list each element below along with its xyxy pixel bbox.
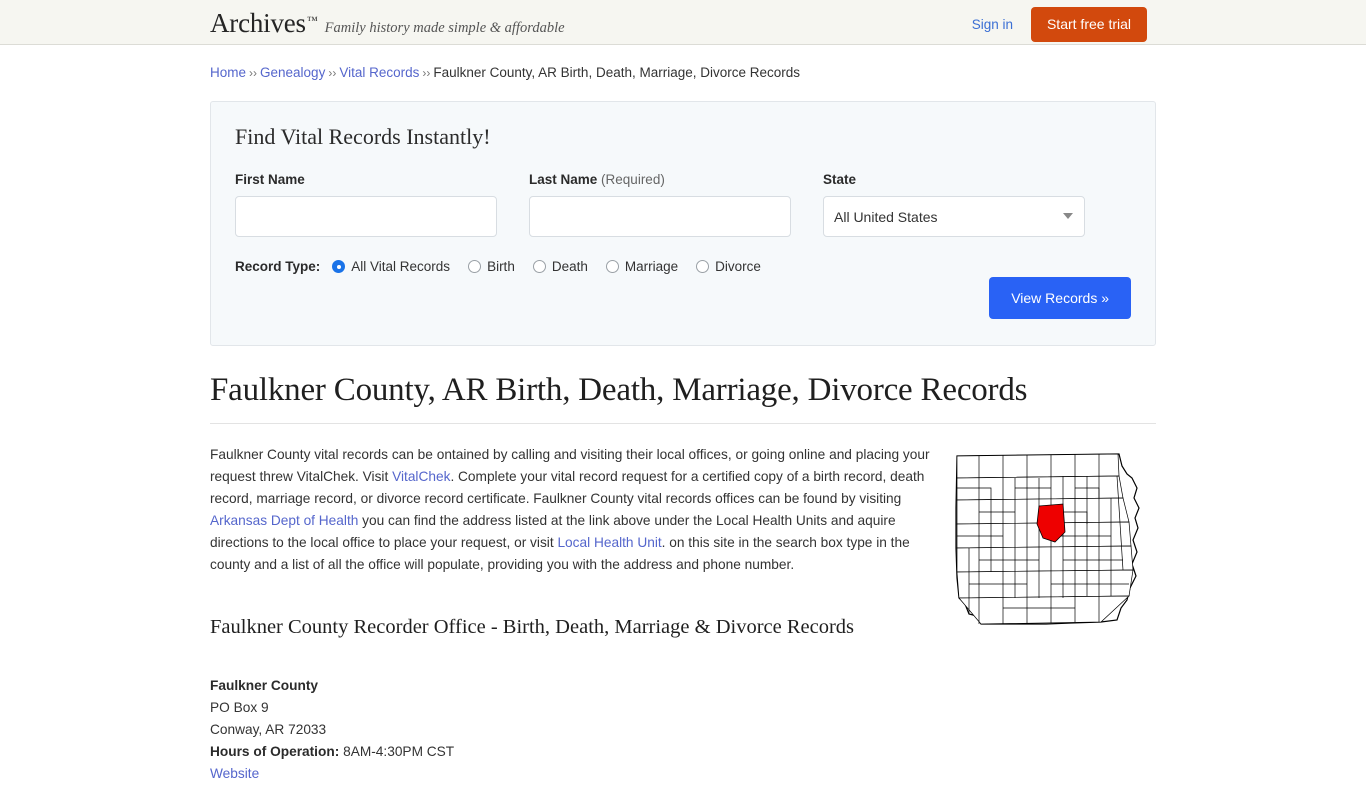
local-health-unit-link[interactable]: Local Health Unit	[557, 535, 661, 550]
radio-label: Divorce	[715, 259, 761, 274]
office-website-link[interactable]: Website	[210, 766, 259, 781]
arkansas-dept-of-health-link[interactable]: Arkansas Dept of Health	[210, 513, 358, 528]
search-panel-footer: View Records »	[989, 277, 1131, 319]
office-hours-value: 8AM-4:30PM CST	[343, 744, 454, 759]
breadcrumb-item-genealogy[interactable]: Genealogy	[260, 65, 325, 80]
last-name-required-note: (Required)	[601, 172, 665, 187]
radio-marriage[interactable]: Marriage	[606, 259, 678, 274]
arkansas-county-map	[951, 448, 1156, 628]
site-header: Archives™ Family history made simple & a…	[0, 0, 1366, 45]
search-panel-title: Find Vital Records Instantly!	[235, 124, 1131, 150]
first-name-label: First Name	[235, 172, 497, 187]
page-content: Home››Genealogy››Vital Records››Faulkner…	[0, 45, 1366, 785]
search-fields-row: First Name Last Name (Required) State Al…	[235, 172, 1131, 237]
vitalchek-link[interactable]: VitalChek	[392, 469, 450, 484]
office-name: Faulkner County	[210, 675, 1156, 697]
first-name-input[interactable]	[235, 196, 497, 237]
breadcrumb-item-current: Faulkner County, AR Birth, Death, Marria…	[433, 65, 800, 80]
brand-name: Archives	[210, 8, 306, 39]
state-select-wrap: All United States	[823, 196, 1085, 237]
radio-all-vital-records[interactable]: All Vital Records	[332, 259, 450, 274]
radio-death[interactable]: Death	[533, 259, 588, 274]
last-name-label-text: Last Name	[529, 172, 597, 187]
office-address-line1: PO Box 9	[210, 697, 1156, 719]
breadcrumb-separator: ››	[249, 66, 257, 80]
breadcrumb: Home››Genealogy››Vital Records››Faulkner…	[210, 45, 1156, 83]
last-name-label: Last Name (Required)	[529, 172, 791, 187]
radio-label: Death	[552, 259, 588, 274]
last-name-input[interactable]	[529, 196, 791, 237]
office-address-line2: Conway, AR 72033	[210, 719, 1156, 741]
first-name-field-group: First Name	[235, 172, 497, 237]
radio-birth[interactable]: Birth	[468, 259, 515, 274]
radio-indicator	[533, 260, 546, 273]
last-name-field-group: Last Name (Required)	[529, 172, 791, 237]
radio-label: Birth	[487, 259, 515, 274]
office-website-row: Website	[210, 763, 1156, 785]
brand-logo[interactable]: Archives™ Family history made simple & a…	[210, 8, 565, 39]
breadcrumb-separator: ››	[422, 66, 430, 80]
vital-records-search-panel: Find Vital Records Instantly! First Name…	[210, 101, 1156, 346]
breadcrumb-item-vital-records[interactable]: Vital Records	[339, 65, 419, 80]
start-free-trial-button[interactable]: Start free trial	[1031, 7, 1147, 42]
record-type-row: Record Type: All Vital Records Birth Dea…	[235, 259, 1131, 274]
office-hours-label: Hours of Operation:	[210, 744, 339, 759]
office-details: Faulkner County PO Box 9 Conway, AR 7203…	[210, 675, 1156, 785]
state-field-group: State All United States	[823, 172, 1085, 237]
brand-tagline: Family history made simple & affordable	[325, 20, 565, 37]
radio-indicator	[606, 260, 619, 273]
radio-label: Marriage	[625, 259, 678, 274]
office-hours: Hours of Operation: 8AM-4:30PM CST	[210, 741, 1156, 763]
breadcrumb-item-home[interactable]: Home	[210, 65, 246, 80]
trademark-symbol: ™	[307, 15, 318, 27]
state-label: State	[823, 172, 1085, 187]
intro-paragraph: Faulkner County vital records can be ont…	[210, 444, 943, 576]
header-actions: Sign in Start free trial	[972, 7, 1147, 42]
radio-indicator	[696, 260, 709, 273]
breadcrumb-separator: ››	[328, 66, 336, 80]
page-title: Faulkner County, AR Birth, Death, Marria…	[210, 372, 1156, 424]
radio-divorce[interactable]: Divorce	[696, 259, 761, 274]
radio-label: All Vital Records	[351, 259, 450, 274]
radio-indicator	[468, 260, 481, 273]
state-select[interactable]: All United States	[823, 196, 1085, 237]
radio-indicator	[332, 260, 345, 273]
sign-in-link[interactable]: Sign in	[972, 17, 1013, 32]
record-type-label: Record Type:	[235, 259, 320, 274]
view-records-button[interactable]: View Records »	[989, 277, 1131, 319]
content-block: Faulkner County vital records can be ont…	[210, 444, 1156, 785]
